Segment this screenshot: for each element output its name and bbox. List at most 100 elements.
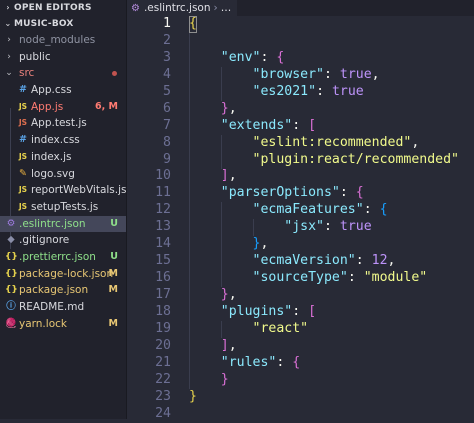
line-number: 14 bbox=[155, 236, 171, 252]
git-status-badge: M bbox=[108, 284, 118, 296]
token: , bbox=[228, 168, 237, 184]
file-item[interactable]: JS setupTests.js bbox=[0, 199, 126, 216]
line-text: "eslint:recommended", bbox=[189, 135, 420, 152]
code-line: 17 }, bbox=[127, 287, 474, 304]
token: "ecmaFeatures" bbox=[252, 202, 364, 218]
line-number: 24 bbox=[155, 405, 171, 421]
line-text: "rules": { bbox=[189, 355, 300, 372]
token: , bbox=[228, 337, 237, 353]
indent-guide bbox=[220, 321, 222, 339]
token: true bbox=[331, 83, 364, 99]
code-line: 5 "es2021": true bbox=[127, 84, 474, 101]
line-text: }, bbox=[189, 236, 269, 253]
line-text: } bbox=[189, 372, 229, 389]
file-item[interactable]: JS App.js 6, M bbox=[0, 99, 126, 116]
js-icon: JS bbox=[18, 185, 28, 195]
file-item[interactable]: ⚙ .eslintrc.json U bbox=[0, 215, 126, 233]
git-status-badge: U bbox=[110, 217, 118, 229]
tab-bar: ⚙ .eslintrc.json ›… bbox=[127, 0, 474, 16]
token: : bbox=[363, 202, 380, 218]
code-line: 8 "eslint:recommended", bbox=[127, 135, 474, 152]
folder-item[interactable]: › public bbox=[0, 49, 126, 66]
file-item[interactable]: JS reportWebVitals.js bbox=[0, 182, 126, 199]
code-line: 1{ bbox=[127, 16, 474, 33]
code-line: 22 } bbox=[127, 372, 474, 389]
line-number: 13 bbox=[155, 219, 171, 235]
line-text: "es2021": true bbox=[189, 84, 364, 101]
token: [ bbox=[308, 117, 317, 133]
token: "parserOptions" bbox=[220, 185, 340, 201]
line-text: ], bbox=[189, 168, 237, 185]
token: "rules" bbox=[220, 354, 277, 370]
line-number: 7 bbox=[163, 117, 171, 133]
token: [ bbox=[308, 303, 317, 319]
tab-eslintrc[interactable]: ⚙ .eslintrc.json ›… bbox=[127, 0, 238, 16]
folder-item[interactable]: ⌄ src bbox=[0, 65, 126, 82]
line-text: "plugins": [ bbox=[189, 304, 316, 321]
folder-item[interactable]: › node_modules bbox=[0, 32, 126, 49]
code-line: 16 "sourceType": "module" bbox=[127, 270, 474, 287]
token: { bbox=[355, 185, 364, 201]
item-label: package.json bbox=[19, 284, 89, 297]
item-label: logo.svg bbox=[31, 167, 75, 180]
line-number: 15 bbox=[155, 253, 171, 269]
open-editors-header[interactable]: › OPEN EDITORS bbox=[0, 0, 126, 16]
token: "jsx" bbox=[284, 219, 324, 235]
file-item[interactable]: JS index.js bbox=[0, 149, 126, 166]
line-text: "env": { bbox=[189, 50, 285, 67]
token: 12 bbox=[371, 253, 388, 269]
file-item[interactable]: # App.css bbox=[0, 82, 126, 99]
item-label: index.css bbox=[31, 134, 80, 147]
editor-area: ⚙ .eslintrc.json ›… 1{2 3 "env": {4 "browse… bbox=[127, 0, 474, 421]
item-label: index.js bbox=[31, 150, 72, 163]
token: : bbox=[292, 117, 309, 133]
token: , bbox=[371, 66, 380, 82]
indent-guide bbox=[220, 134, 222, 169]
line-number: 10 bbox=[155, 168, 171, 184]
line-text: "browser": true, bbox=[189, 67, 380, 84]
css-icon: # bbox=[19, 84, 27, 96]
item-label: .gitignore bbox=[19, 234, 70, 247]
file-item[interactable]: JS App.test.js bbox=[0, 115, 126, 132]
token: , bbox=[228, 100, 237, 116]
token: "react" bbox=[252, 320, 309, 336]
file-item[interactable]: 🧶 yarn.lock M bbox=[0, 316, 126, 333]
code-line: 9 "plugin:react/recommended" bbox=[127, 152, 474, 169]
file-item[interactable]: ⓘ README.md bbox=[0, 299, 126, 316]
file-item[interactable]: # index.css bbox=[0, 132, 126, 149]
token: } bbox=[220, 287, 229, 302]
item-label: App.js bbox=[31, 100, 64, 113]
code-line: 23} bbox=[127, 389, 474, 406]
token: true bbox=[339, 66, 372, 82]
file-item[interactable]: {} .prettierrc.json U bbox=[0, 249, 126, 266]
line-number: 8 bbox=[163, 134, 171, 150]
token: : bbox=[355, 253, 372, 269]
code-line: 7 "extends": [ bbox=[127, 118, 474, 135]
line-text: "parserOptions": { bbox=[189, 185, 364, 202]
git-status-badge: M bbox=[108, 317, 118, 329]
code-line: 10 ], bbox=[127, 168, 474, 185]
breadcrumb-ellipsis[interactable]: … bbox=[221, 2, 232, 14]
file-item[interactable]: ✎ logo.svg bbox=[0, 166, 126, 183]
token: "es2021" bbox=[252, 83, 317, 99]
line-number: 17 bbox=[155, 287, 171, 302]
file-item[interactable]: {} package-lock.json M bbox=[0, 266, 126, 283]
line-text: "extends": [ bbox=[189, 118, 316, 135]
token: { bbox=[292, 354, 301, 370]
indent-guide bbox=[220, 66, 222, 101]
file-item[interactable]: {} package.json M bbox=[0, 282, 126, 299]
code-line: 20 ], bbox=[127, 338, 474, 355]
chevron-right-icon: › bbox=[7, 35, 11, 45]
file-item[interactable]: ◆ .gitignore bbox=[0, 232, 126, 249]
json-icon: {} bbox=[5, 268, 18, 279]
code-editor[interactable]: 1{2 3 "env": {4 "browser": true, 5 "es2021… bbox=[127, 16, 474, 421]
chevron-right-icon: › bbox=[7, 51, 11, 62]
line-number: 5 bbox=[163, 83, 171, 99]
indent-guide bbox=[220, 202, 222, 288]
project-header[interactable]: ⌄ MUSIC-BOX bbox=[0, 16, 126, 32]
code-line: 13 "jsx": true bbox=[127, 219, 474, 236]
js-icon: JS bbox=[18, 201, 28, 211]
